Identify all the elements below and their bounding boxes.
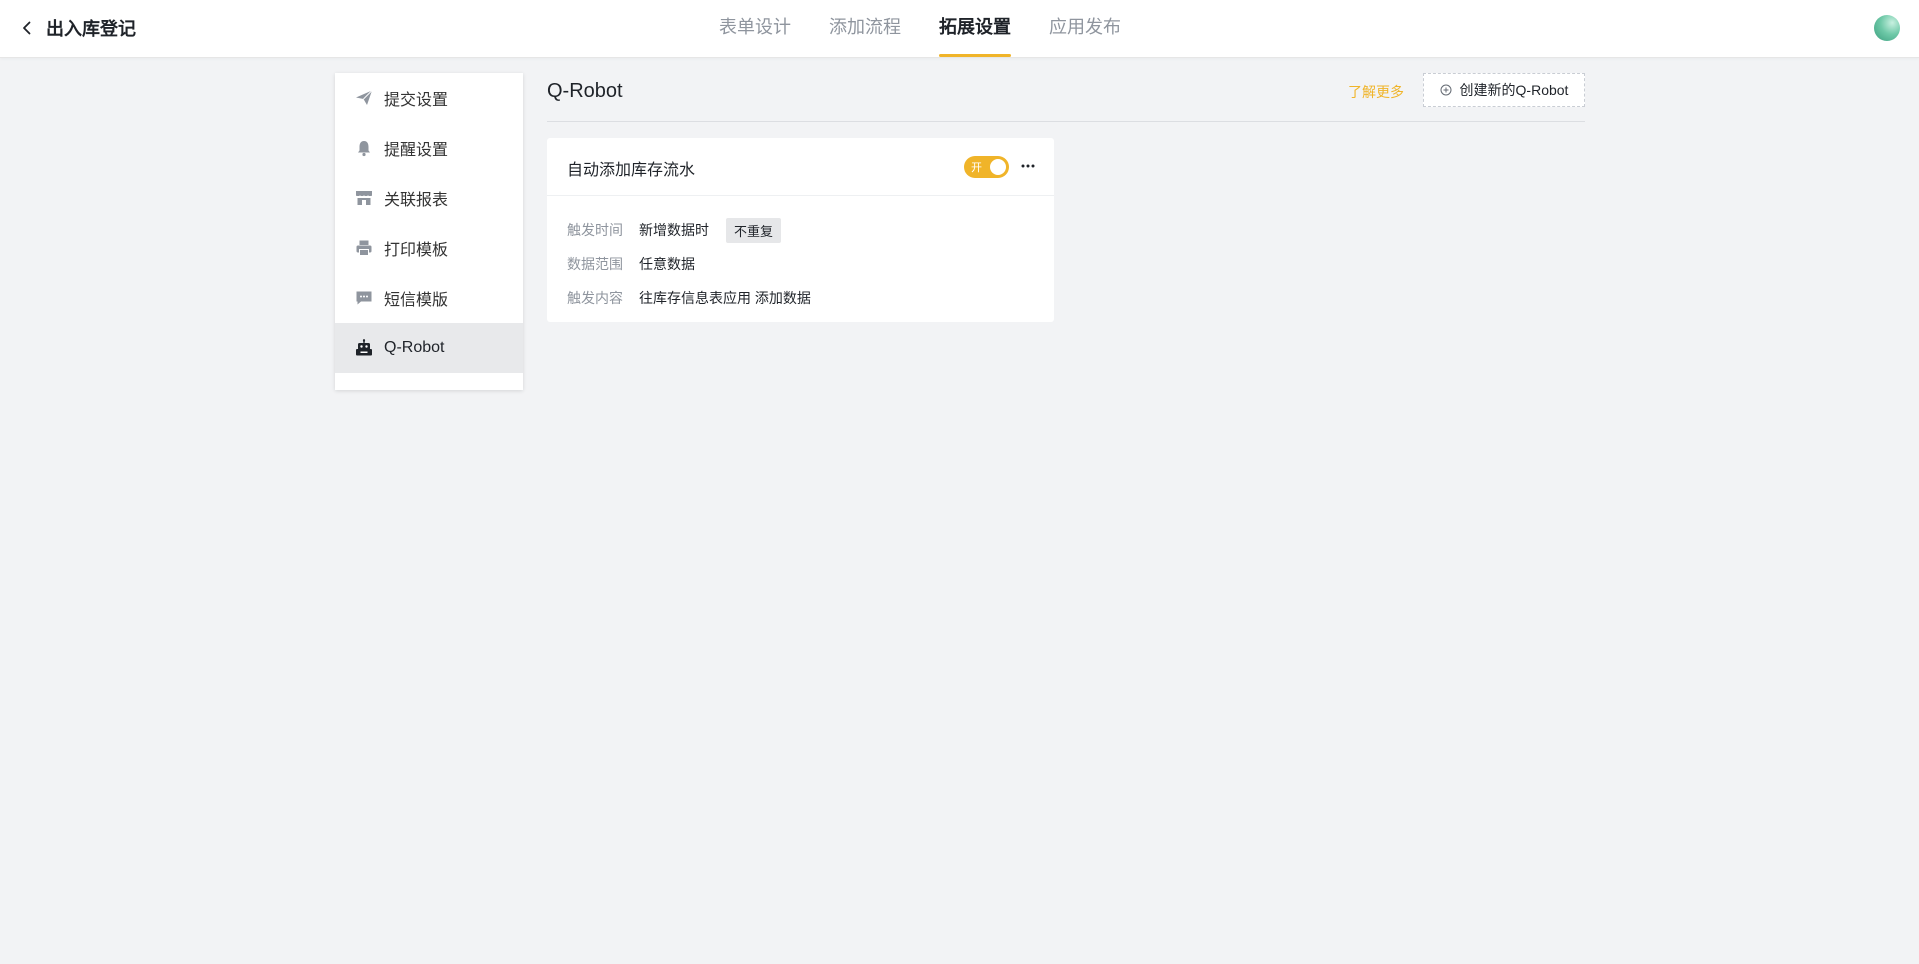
detail-value: 往库存信息表应用 添加数据 [639, 290, 811, 306]
back-button[interactable]: 出入库登记 [18, 15, 136, 41]
plus-circle-icon [1440, 84, 1452, 96]
sidebar-item-label: 短信模版 [384, 292, 449, 309]
sidebar-item-label: 提交设置 [384, 92, 449, 109]
sidebar-item-sms-templates[interactable]: 短信模版 [335, 273, 523, 323]
top-bar: 出入库登记 表单设计 添加流程 拓展设置 应用发布 [0, 0, 1919, 58]
sidebar-item-reminder-settings[interactable]: 提醒设置 [335, 123, 523, 173]
create-button-label: 创建新的Q-Robot [1459, 82, 1569, 98]
tab-app-publish[interactable]: 应用发布 [1030, 0, 1140, 57]
detail-key: 数据范围 [567, 256, 623, 272]
repeat-tag: 不重复 [726, 217, 782, 243]
tab-bar: 表单设计 添加流程 拓展设置 应用发布 [700, 0, 1140, 57]
detail-row-trigger-time: 触发时间 新增数据时 不重复 [547, 213, 1054, 247]
sidebar-item-print-templates[interactable]: 打印模板 [335, 223, 523, 273]
toggle-label: 开 [971, 162, 982, 174]
robot-icon [355, 339, 373, 357]
detail-value: 新增数据时 [639, 222, 709, 238]
tab-form-design[interactable]: 表单设计 [700, 0, 810, 57]
tab-add-workflow[interactable]: 添加流程 [810, 0, 920, 57]
learn-more-link[interactable]: 了解更多 [1348, 82, 1404, 102]
main-content: Q-Robot 了解更多 创建新的Q-Robot 自动添加库存流水 开 触发时间… [547, 73, 1585, 322]
store-icon [355, 189, 373, 207]
toggle-knob [990, 159, 1006, 175]
detail-row-trigger-content: 触发内容 往库存信息表应用 添加数据 [547, 281, 1054, 315]
sidebar-item-label: 提醒设置 [384, 142, 449, 159]
chevron-left-icon [23, 21, 31, 35]
sidebar-item-label: Q-Robot [384, 339, 445, 356]
detail-value: 任意数据 [639, 256, 695, 272]
message-icon [355, 289, 373, 307]
card-header: 自动添加库存流水 开 [547, 138, 1054, 196]
printer-icon [355, 239, 373, 257]
sidebar-item-label: 打印模板 [384, 242, 449, 259]
app-title: 出入库登记 [46, 19, 136, 39]
enable-toggle[interactable]: 开 [964, 156, 1009, 178]
tab-extension-settings[interactable]: 拓展设置 [920, 0, 1030, 57]
sidebar-item-submit-settings[interactable]: 提交设置 [335, 73, 523, 123]
avatar[interactable] [1874, 15, 1900, 41]
bell-icon [355, 139, 373, 157]
main-header: Q-Robot 了解更多 创建新的Q-Robot [547, 73, 1585, 122]
sidebar-item-q-robot[interactable]: Q-Robot [335, 323, 523, 373]
card-details: 触发时间 新增数据时 不重复 数据范围 任意数据 触发内容 往库存信息表应用 添… [547, 196, 1054, 315]
detail-key: 触发内容 [567, 290, 623, 306]
paper-plane-icon [355, 89, 373, 107]
page-title: Q-Robot [547, 80, 623, 102]
sidebar-item-linked-reports[interactable]: 关联报表 [335, 173, 523, 223]
more-options-icon[interactable] [1020, 158, 1036, 174]
sidebar-item-label: 关联报表 [384, 192, 449, 209]
robot-card: 自动添加库存流水 开 触发时间 新增数据时 不重复 数据范围 任意数据 触发内容… [547, 138, 1054, 322]
sidebar: 提交设置 提醒设置 关联报表 打印模板 短信模版 Q-Robot [335, 73, 523, 390]
create-q-robot-button[interactable]: 创建新的Q-Robot [1423, 73, 1585, 107]
detail-row-data-scope: 数据范围 任意数据 [547, 247, 1054, 281]
detail-key: 触发时间 [567, 222, 623, 238]
card-title: 自动添加库存流水 [567, 162, 696, 179]
